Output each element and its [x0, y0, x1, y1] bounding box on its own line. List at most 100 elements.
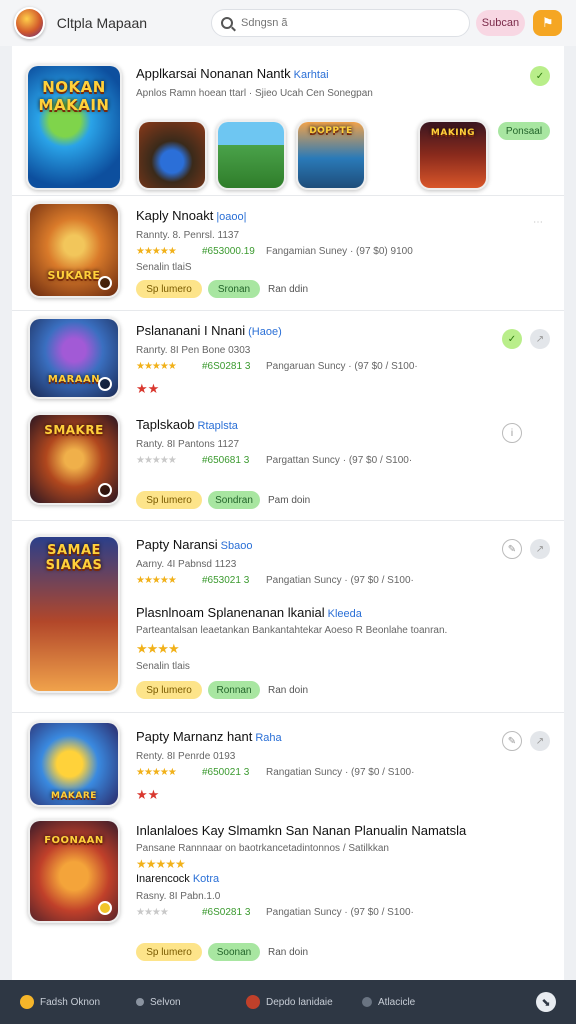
app-icon-4[interactable]: SAMAE SIAKAS — [28, 535, 120, 693]
rating-stars-1: ★★★★★ — [136, 246, 177, 257]
featured-art-text: NOKAN MAKAIN — [38, 78, 110, 114]
screenshot-thumb-3[interactable]: DOPPTE — [296, 120, 366, 190]
search-icon — [221, 17, 234, 29]
search-button[interactable]: Subcan — [475, 10, 526, 36]
app-title-3: Taplskaob Rtaplsta — [136, 417, 238, 432]
share-icon[interactable]: ↗ — [530, 539, 550, 559]
app-card-group-2: MARAAN Pslananani I Nnani (Haoe) Ranrty. … — [12, 311, 564, 521]
tag-text-4[interactable]: Ran doin — [268, 685, 308, 696]
app-card-1[interactable]: SUKARE Kaply Nnoakt |oaoo| Rannty. 8. Pen… — [12, 196, 564, 311]
home-icon — [20, 995, 34, 1009]
tag-chip-green-4[interactable]: Ronnan — [208, 681, 260, 699]
red-rating-stars-5: ★★ — [136, 787, 160, 802]
app-detail-1: Senalin tlaiS — [136, 262, 192, 273]
app-info-3: Ranty. 8I Pantons 1127 — [136, 439, 240, 450]
rating-value-1: #653000.19 — [202, 246, 255, 257]
app-icon-2[interactable]: MARAAN — [28, 317, 120, 399]
app-title-2: Pslananani I Nnani (Haoe) — [136, 323, 282, 338]
nav-item-home[interactable]: Fadsh Oknon — [20, 995, 100, 1009]
app-icon-1[interactable]: SUKARE — [28, 202, 120, 298]
flag-icon-button[interactable]: ⚑ — [533, 10, 562, 36]
app-info-1: Rannty. 8. Penrsl. 1137 — [136, 230, 240, 241]
rating-stars-3: ★★★★★ — [136, 455, 177, 466]
app-icon-5[interactable]: MAKARE — [28, 721, 120, 807]
app-meta-3: Pargattan Suncy · (97 $0 / S100· — [266, 455, 413, 466]
tag-chip-green-1[interactable]: Sronan — [208, 280, 260, 298]
app-card-4[interactable]: SAMAE SIAKAS Papty Naransi Sbaoo Aarny. 4… — [12, 521, 564, 713]
info-icon[interactable]: i — [502, 423, 522, 443]
tag-chip-yellow-3[interactable]: Sp lumero — [136, 491, 202, 509]
featured-subtitle: Apnlos Ramn hoean ttarl · Sjieo Ucah Cen… — [136, 88, 373, 99]
app-detail-6: Rasny. 8I Pabn.1.0 — [136, 891, 221, 902]
featured-app-icon[interactable]: NOKAN MAKAIN — [26, 64, 122, 190]
search-input[interactable] — [241, 17, 462, 29]
screenshot-thumb-4[interactable]: MAKING — [418, 120, 488, 190]
app-meta-2: Pangaruan Suncy · (97 $0 / S100· — [266, 361, 418, 372]
search-box[interactable] — [211, 9, 470, 37]
rating-stars-6a: ★★★★★ — [136, 857, 186, 871]
tag-text-3[interactable]: Pam doin — [268, 495, 310, 506]
results-panel: NOKAN MAKAIN Applkarsai Nonanan Nantk Kar… — [12, 46, 564, 980]
install-icon[interactable]: ✓ — [530, 66, 550, 86]
app-title-6: Inlanlaloes Kay Slmamkn San Nanan Planua… — [136, 823, 467, 838]
screenshot-thumb-2[interactable] — [216, 120, 286, 190]
rating-value-3: #650681 3 — [202, 455, 250, 466]
bottom-nav: Fadsh Oknon Selvon Depdo lanidaie Atlaci… — [0, 980, 576, 1024]
tag-text-1[interactable]: Ran ddin — [268, 284, 308, 295]
check-icon[interactable]: ✓ — [502, 329, 522, 349]
app-icon-3[interactable]: SMAKRE — [28, 413, 120, 505]
corner-badge-icon — [98, 483, 112, 497]
app-subtitle-6: Inarencock Kotra — [136, 873, 220, 885]
library-icon — [362, 997, 372, 1007]
app-title-4: Papty Naransi Sbaoo — [136, 537, 253, 552]
app-title-5: Papty Marnanz hant Raha — [136, 729, 282, 744]
tag-chip-yellow-1[interactable]: Sp lumero — [136, 280, 202, 298]
nav-item-library[interactable]: Atlacicle — [362, 997, 415, 1008]
rating-value-6: #6S0281 3 — [202, 907, 251, 918]
rating-stars-4b: ★★★★ — [136, 641, 180, 656]
featured-card[interactable]: NOKAN MAKAIN Applkarsai Nonanan Nantk Kar… — [12, 46, 564, 196]
tag-chip-yellow-4[interactable]: Sp lumero — [136, 681, 202, 699]
app-meta-6: Pangatian Suncy · (97 $0 / S100· — [266, 907, 414, 918]
rating-stars-4: ★★★★★ — [136, 575, 177, 586]
search-icon — [136, 998, 144, 1006]
rating-stars-6: ★★★★ — [136, 907, 169, 918]
app-meta-1: Fangamian Suney · (97 $0) 9100 — [266, 246, 413, 257]
app-card-group-5: MAKARE Papty Marnanz hant Raha Renty. 8I … — [12, 713, 564, 980]
app-subtitle-4: Plasnlnoam Splanenanan lkanial Kleeda — [136, 605, 362, 620]
updates-icon — [246, 995, 260, 1009]
app-detail-4: Senalin tlais — [136, 661, 190, 672]
app-logo[interactable] — [14, 7, 45, 39]
nav-item-search[interactable]: Selvon — [136, 997, 181, 1008]
share-icon[interactable]: ↗ — [530, 329, 550, 349]
screenshot-thumb-1[interactable] — [137, 120, 207, 190]
featured-badge[interactable]: Ponsaal — [498, 122, 550, 140]
edit-icon[interactable]: ✎ — [502, 731, 522, 751]
rating-value-4: #653021 3 — [202, 575, 250, 586]
corner-badge-icon — [98, 901, 112, 915]
rating-stars-2: ★★★★★ — [136, 361, 177, 372]
red-rating-stars-2: ★★ — [136, 381, 160, 396]
tag-text-6[interactable]: Ran doin — [268, 947, 308, 958]
edit-icon[interactable]: ✎ — [502, 539, 522, 559]
app-info-4: Aarny. 4I Pabnsd 1123 — [136, 559, 237, 570]
rating-stars-5: ★★★★★ — [136, 767, 177, 778]
app-description-4: Parteantalsan leaetankan Bankantahtekar … — [136, 625, 448, 636]
rating-value-5: #650021 3 — [202, 767, 250, 778]
app-name: Cltpla Mapaan — [56, 15, 148, 31]
app-info-6: Pansane Rannnaar on baotrkancetadintonno… — [136, 843, 389, 854]
nav-item-updates[interactable]: Depdo lanidaie — [246, 995, 333, 1009]
corner-badge-icon — [98, 276, 112, 290]
app-title-1: Kaply Nnoakt |oaoo| — [136, 208, 247, 223]
app-info-2: Ranrty. 8I Pen Bone 0303 — [136, 345, 251, 356]
top-bar: Cltpla Mapaan Subcan ⚑ — [0, 0, 576, 46]
tag-chip-green-3[interactable]: Sondran — [208, 491, 260, 509]
app-info-5: Renty. 8I Penrde 0193 — [136, 751, 236, 762]
app-meta-4: Pangatian Suncy · (97 $0 / S100· — [266, 575, 414, 586]
more-icon[interactable]: ⋯ — [528, 212, 548, 232]
tag-chip-yellow-6[interactable]: Sp lumero — [136, 943, 202, 961]
tag-chip-green-6[interactable]: Soonan — [208, 943, 260, 961]
expand-icon-button[interactable]: ⬊ — [536, 992, 556, 1012]
share-icon[interactable]: ↗ — [530, 731, 550, 751]
app-icon-6[interactable]: FOONAAN — [28, 819, 120, 923]
